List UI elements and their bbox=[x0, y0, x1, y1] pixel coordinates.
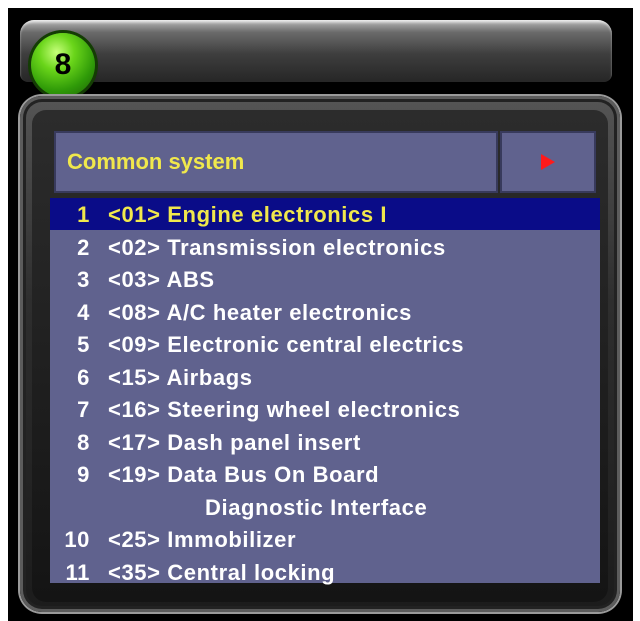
list-item[interactable]: 11 <35> Central locking bbox=[50, 556, 600, 588]
list-item-label: <02> Transmission electronics bbox=[108, 234, 446, 260]
list-item-label: <35> Central locking bbox=[108, 559, 336, 585]
list-item-label: <08> A/C heater electronics bbox=[108, 299, 412, 325]
list-item-number: 7 bbox=[77, 397, 90, 422]
list-item[interactable]: 8 <17> Dash panel insert bbox=[50, 426, 600, 458]
list-item-label: <16> Steering wheel electronics bbox=[108, 397, 461, 422]
page-number: 8 bbox=[54, 48, 72, 81]
list-item-label: <03> ABS bbox=[108, 267, 215, 292]
list-item-number: 3 bbox=[77, 267, 90, 292]
list-item-label: <25> Immobilizer bbox=[108, 527, 297, 552]
header-bar: Common system bbox=[54, 131, 498, 193]
list-item-continuation-label: Diagnostic Interface bbox=[205, 494, 428, 520]
list-item[interactable]: 4 <08> A/C heater electronics bbox=[50, 296, 600, 328]
list-item-number: 5 bbox=[77, 332, 90, 357]
list-item-label: <01> Engine electronics I bbox=[108, 202, 388, 227]
list-item[interactable]: 3 <03> ABS bbox=[50, 263, 600, 295]
list-item-label: <19> Data Bus On Board bbox=[108, 462, 380, 487]
title-bar bbox=[20, 20, 612, 82]
list-item-number: 10 bbox=[64, 527, 90, 552]
system-list: 1 <01> Engine electronics I 2 <02> Transmis… bbox=[50, 198, 600, 585]
page-badge: 8 bbox=[31, 33, 95, 97]
list-item-number: 1 bbox=[77, 202, 90, 227]
list-item[interactable]: 5 <09> Electronic central electrics bbox=[50, 328, 600, 360]
list-item-number: 9 bbox=[77, 462, 90, 487]
list-item[interactable]: 6 <15> Airbags bbox=[50, 361, 600, 393]
list-item-number: 6 bbox=[77, 364, 90, 390]
list-item-number: 8 bbox=[77, 429, 90, 455]
list-item[interactable]: 1 <01> Engine electronics I bbox=[50, 198, 600, 230]
list-item-number: 2 bbox=[77, 234, 90, 260]
list-item-label: <17> Dash panel insert bbox=[108, 429, 361, 455]
list-item-label: <15> Airbags bbox=[108, 364, 253, 390]
red-triangle-right-icon bbox=[541, 154, 555, 170]
list-item[interactable]: 2 <02> Transmission electronics bbox=[50, 231, 600, 263]
list-item-number: 11 bbox=[65, 559, 90, 585]
next-button[interactable] bbox=[500, 131, 596, 193]
list-item[interactable]: 9 <19> Data Bus On Board bbox=[50, 458, 600, 490]
list-item[interactable]: 7 <16> Steering wheel electronics bbox=[50, 393, 600, 425]
header-title: Common system bbox=[67, 149, 245, 174]
list-item-label: <09> Electronic central electrics bbox=[108, 332, 465, 357]
list-item[interactable]: 10 <25> Immobilizer bbox=[50, 523, 600, 555]
list-item-number: 4 bbox=[77, 299, 90, 325]
list-item-continuation[interactable]: Diagnostic Interface bbox=[50, 491, 600, 523]
